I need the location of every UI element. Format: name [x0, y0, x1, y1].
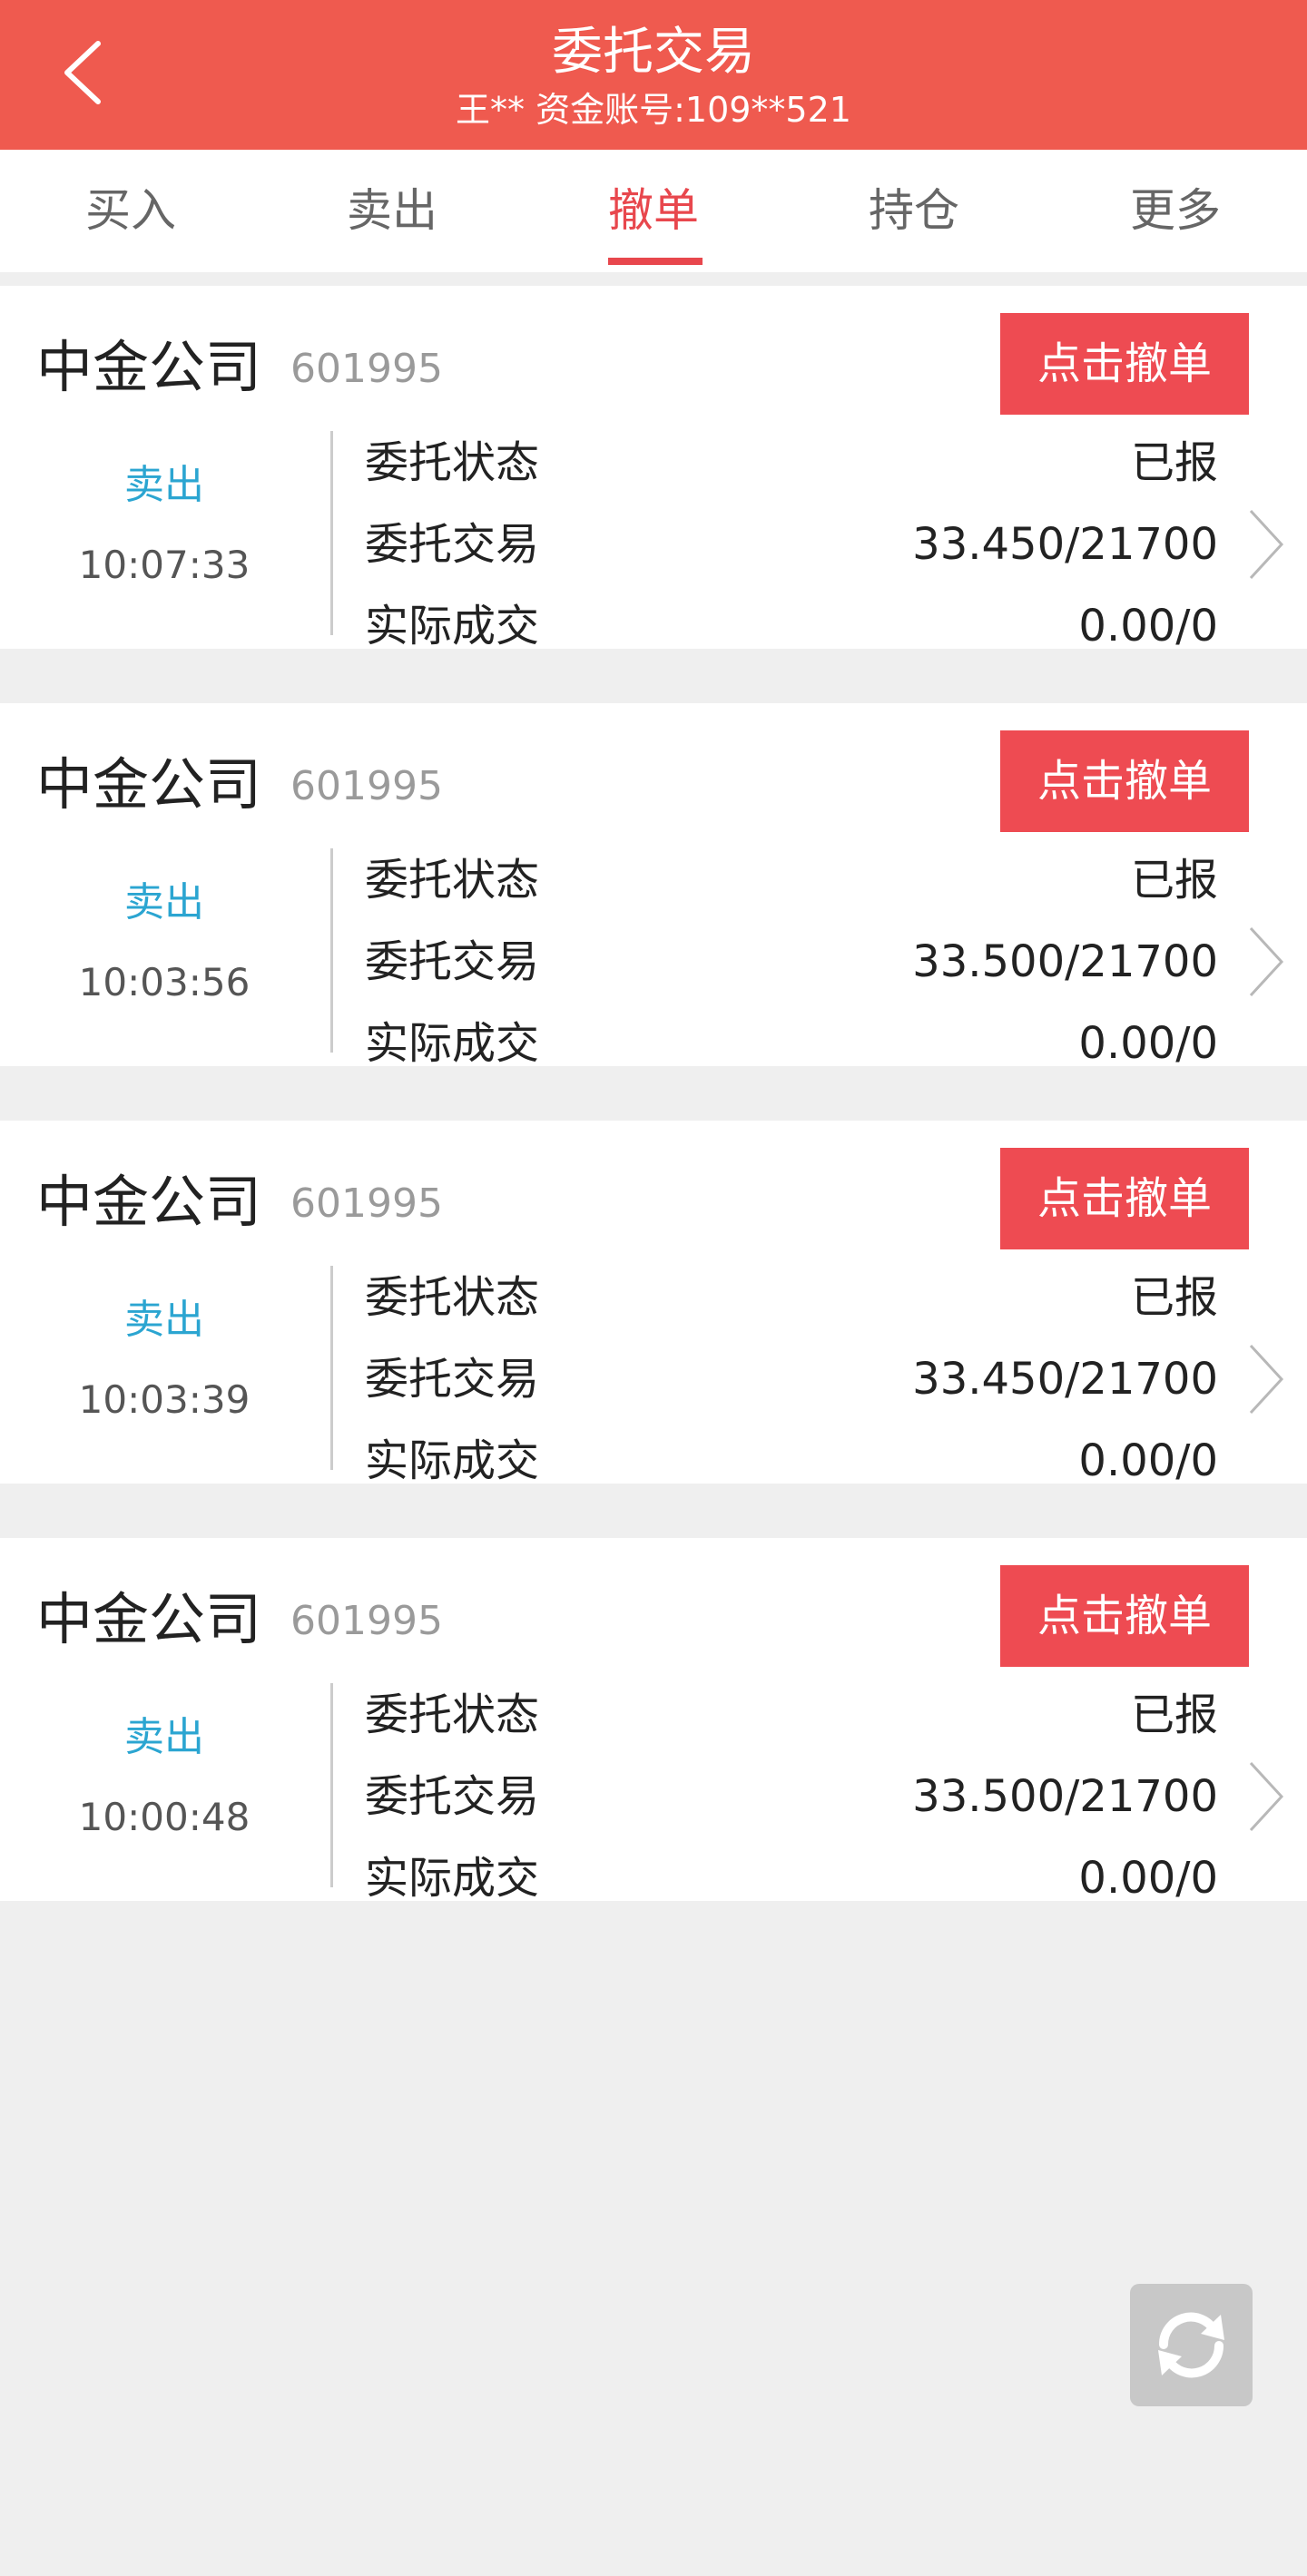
tab-sell[interactable]: 卖出	[283, 150, 501, 272]
tab-label: 撤单	[608, 184, 699, 237]
chevron-right-icon	[1249, 509, 1284, 580]
stock-code: 601995	[290, 763, 443, 809]
deal-label: 实际成交	[365, 601, 540, 651]
cancel-order-button[interactable]: 点击撤单	[1000, 313, 1249, 415]
active-tab-indicator	[608, 258, 703, 265]
account-subtitle: 王** 资金账号:109**521	[456, 90, 851, 130]
tab-buy[interactable]: 买入	[22, 150, 240, 272]
status-value: 已报	[1130, 855, 1218, 906]
order-time: 10:00:48	[78, 1795, 251, 1839]
divider	[330, 848, 333, 1053]
order-time: 10:03:39	[78, 1377, 251, 1422]
tab-cancel[interactable]: 撤单	[545, 150, 762, 272]
order-time: 10:07:33	[78, 543, 251, 587]
status-label: 委托状态	[365, 1272, 540, 1323]
order-card: 中金公司 601995 点击撤单 卖出 10:03:56 委托状态 已报 委托交…	[0, 703, 1307, 1069]
order-side: 卖出	[124, 462, 204, 508]
status-value: 已报	[1130, 1690, 1218, 1740]
divider	[330, 1683, 333, 1887]
order-side: 卖出	[124, 879, 204, 926]
chevron-right-icon	[1249, 926, 1284, 997]
order-detail-arrow[interactable]	[1243, 1756, 1289, 1837]
stock-code: 601995	[290, 1180, 443, 1227]
stock-name: 中金公司	[36, 334, 262, 400]
stock-name: 中金公司	[36, 751, 262, 818]
order-detail-arrow[interactable]	[1243, 504, 1289, 585]
deal-value: 0.00/0	[1078, 601, 1218, 651]
stock-code: 601995	[290, 346, 443, 392]
divider	[330, 431, 333, 635]
order-card: 中金公司 601995 点击撤单 卖出 10:07:33 委托状态 已报 委托交…	[0, 286, 1307, 651]
tab-positions[interactable]: 持仓	[805, 150, 1023, 272]
entrust-label: 委托交易	[365, 519, 540, 570]
order-side: 卖出	[124, 1297, 204, 1343]
tab-more[interactable]: 更多	[1066, 150, 1284, 272]
cancel-order-button[interactable]: 点击撤单	[1000, 1565, 1249, 1667]
stock-code: 601995	[290, 1598, 443, 1644]
deal-label: 实际成交	[365, 1018, 540, 1069]
app-header: 委托交易 王** 资金账号:109**521	[0, 0, 1307, 150]
entrust-label: 委托交易	[365, 1771, 540, 1822]
order-time: 10:03:56	[78, 960, 251, 1004]
chevron-right-icon	[1249, 1344, 1284, 1415]
status-value: 已报	[1130, 437, 1218, 488]
entrust-value: 33.500/21700	[912, 936, 1218, 987]
page-title: 委托交易	[552, 23, 755, 82]
tab-label: 买入	[85, 184, 176, 237]
order-card: 中金公司 601995 点击撤单 卖出 10:03:39 委托状态 已报 委托交…	[0, 1121, 1307, 1486]
divider	[330, 1266, 333, 1470]
refresh-button[interactable]	[1130, 2284, 1253, 2406]
entrust-value: 33.450/21700	[912, 519, 1218, 570]
tab-label: 持仓	[869, 184, 959, 237]
stock-name: 中金公司	[36, 1586, 262, 1652]
order-side: 卖出	[124, 1714, 204, 1760]
cancel-order-button[interactable]: 点击撤单	[1000, 1148, 1249, 1249]
deal-value: 0.00/0	[1078, 1018, 1218, 1069]
tab-label: 更多	[1130, 184, 1221, 237]
tab-label: 卖出	[347, 184, 437, 237]
deal-label: 实际成交	[365, 1853, 540, 1904]
chevron-right-icon	[1249, 1761, 1284, 1832]
status-value: 已报	[1130, 1272, 1218, 1323]
order-card: 中金公司 601995 点击撤单 卖出 10:00:48 委托状态 已报 委托交…	[0, 1538, 1307, 1904]
entrust-value: 33.450/21700	[912, 1354, 1218, 1405]
order-detail-arrow[interactable]	[1243, 1338, 1289, 1420]
deal-value: 0.00/0	[1078, 1853, 1218, 1904]
status-label: 委托状态	[365, 855, 540, 906]
refresh-icon	[1158, 2312, 1224, 2378]
entrust-label: 委托交易	[365, 936, 540, 987]
status-label: 委托状态	[365, 1690, 540, 1740]
entrust-label: 委托交易	[365, 1354, 540, 1405]
status-label: 委托状态	[365, 437, 540, 488]
tab-bar: 买入 卖出 撤单 持仓 更多	[0, 150, 1307, 272]
cancel-order-button[interactable]: 点击撤单	[1000, 730, 1249, 832]
entrust-value: 33.500/21700	[912, 1771, 1218, 1822]
order-detail-arrow[interactable]	[1243, 921, 1289, 1003]
stock-name: 中金公司	[36, 1169, 262, 1235]
deal-label: 实际成交	[365, 1435, 540, 1486]
deal-value: 0.00/0	[1078, 1435, 1218, 1486]
